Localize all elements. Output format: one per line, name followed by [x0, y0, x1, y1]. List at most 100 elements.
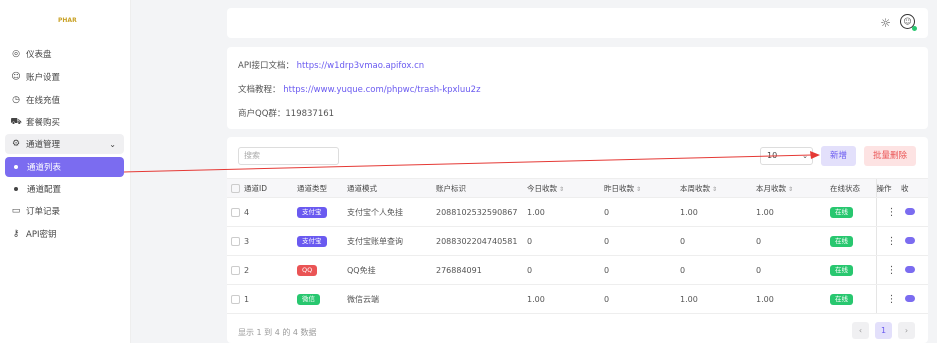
bulk-delete-button[interactable]: 批量删除 — [864, 146, 916, 166]
cell-month: 0 — [756, 255, 830, 285]
chevron-down-icon: ⌄ — [802, 152, 808, 160]
status-badge: 在线 — [830, 264, 853, 276]
cell-month: 0 — [756, 226, 830, 256]
sort-icon[interactable]: ⇕ — [559, 186, 564, 193]
select-cell — [227, 255, 244, 285]
next-page-button[interactable]: › — [898, 322, 915, 339]
col-header-yesterday[interactable]: 昨日收款 ⇕ — [604, 178, 680, 198]
cell-yesterday: 0 — [604, 255, 680, 285]
more-actions-icon[interactable]: ⋮ — [877, 207, 897, 218]
row-checkbox[interactable] — [231, 265, 240, 275]
status-badge: 在线 — [830, 206, 853, 218]
cell-mode: 微信云端 — [347, 284, 436, 314]
cell-collection — [901, 197, 928, 227]
api-info-card: API接口文档： https://w1drp3vmao.apifox.cn 文档… — [227, 47, 928, 129]
collection-toggle[interactable] — [905, 265, 915, 273]
bullet-icon — [14, 187, 18, 191]
channel-table-card: 搜索 10 ⌄ 新增 批量删除 通道ID 通道类型 通道模式 账户标识 今日收款… — [227, 137, 928, 343]
page-size-value: 10 — [767, 151, 778, 160]
cell-status: 在线 — [830, 197, 876, 227]
cell-today: 0 — [527, 226, 604, 256]
sidebar-item-channel-config[interactable]: 通道配置 — [5, 179, 124, 199]
select-all-cell[interactable] — [227, 178, 244, 198]
cell-today: 1.00 — [527, 197, 604, 227]
cell-yesterday: 0 — [604, 197, 680, 227]
recharge-icon: ◷ — [12, 95, 20, 105]
search-input[interactable]: 搜索 — [238, 147, 339, 165]
add-button[interactable]: 新增 — [821, 146, 856, 166]
sidebar-item-dashboard[interactable]: ◎ 仪表盘 — [5, 44, 124, 64]
collection-toggle[interactable] — [905, 207, 915, 215]
table-row[interactable]: 3 支付宝 支付宝账单查询 2088302204740581 0 0 0 0 在线 ⋮ — [227, 226, 928, 256]
select-cell — [227, 284, 244, 314]
cell-collection — [901, 255, 928, 285]
more-actions-icon[interactable]: ⋮ — [877, 265, 897, 276]
collection-toggle[interactable] — [905, 236, 915, 244]
status-badge: 在线 — [830, 293, 853, 305]
table-row[interactable]: 2 QQ QQ免挂 276884091 0 0 0 0 在线 ⋮ — [227, 255, 928, 285]
tutorial-row: 文档教程： https://www.yuque.com/phpwc/trash-… — [238, 83, 917, 103]
cell-week: 1.00 — [680, 197, 756, 227]
page-size-select[interactable]: 10 ⌄ — [760, 147, 813, 165]
page-button-current[interactable]: 1 — [875, 322, 892, 339]
select-all-checkbox[interactable] — [231, 183, 240, 193]
sidebar-item-account-settings[interactable]: ☺ 账户设置 — [5, 67, 124, 87]
type-badge: 支付宝 — [297, 235, 327, 247]
row-checkbox[interactable] — [231, 207, 240, 217]
prev-page-button[interactable]: ‹ — [852, 322, 869, 339]
cell-today: 0 — [527, 255, 604, 285]
sidebar-item-recharge[interactable]: ◷ 在线充值 — [5, 90, 124, 110]
col-header-account: 账户标识 — [436, 178, 527, 198]
row-checkbox[interactable] — [231, 236, 240, 246]
col-header-mode: 通道模式 — [347, 178, 436, 198]
table-row[interactable]: 1 微信 微信云端 1.00 0 1.00 1.00 在线 ⋮ — [227, 284, 928, 314]
cell-type: QQ — [297, 255, 347, 285]
sidebar-item-label: 订单记录 — [26, 207, 61, 217]
cell-type: 支付宝 — [297, 197, 347, 227]
cell-type: 支付宝 — [297, 226, 347, 256]
col-header-week[interactable]: 本周收款 ⇕ — [680, 178, 756, 198]
cell-collection — [901, 226, 928, 256]
channel-table: 通道ID 通道类型 通道模式 账户标识 今日收款 ⇕ 昨日收款 ⇕ 本周收款 ⇕ 本月… — [227, 178, 928, 314]
cell-yesterday: 0 — [604, 226, 680, 256]
brand-logo: PHAR — [58, 17, 77, 24]
col-header-month[interactable]: 本月收款 ⇕ — [756, 178, 830, 198]
table-body: 4 支付宝 支付宝个人免挂 2088102532590867 1.00 0 1.00 1.00… — [227, 197, 928, 314]
sidebar-item-package[interactable]: ⛟ 套餐购买 — [5, 112, 124, 132]
user-settings-icon: ☺ — [11, 72, 21, 82]
type-badge: 微信 — [297, 293, 320, 305]
cell-status: 在线 — [830, 226, 876, 256]
tutorial-link[interactable]: https://www.yuque.com/phpwc/trash-kpxluu… — [283, 85, 480, 95]
cell-account: 2088102532590867 — [436, 197, 527, 227]
cell-week: 1.00 — [680, 284, 756, 314]
cell-account: 2088302204740581 — [436, 226, 527, 256]
status-badge: 在线 — [830, 235, 853, 247]
table-row[interactable]: 4 支付宝 支付宝个人免挂 2088102532590867 1.00 0 1.00 1.00… — [227, 197, 928, 227]
qq-group-text: 商户QQ群：119837161 — [238, 109, 335, 119]
sort-icon[interactable]: ⇕ — [712, 186, 717, 193]
cell-actions: ⋮ — [875, 226, 901, 256]
sidebar-item-orders[interactable]: ▭ 订单记录 — [5, 201, 124, 221]
col-header-today[interactable]: 今日收款 ⇕ — [527, 178, 604, 198]
sidebar-item-label: 通道配置 — [27, 185, 62, 195]
cell-id: 4 — [244, 197, 297, 227]
theme-toggle-sun-icon[interactable]: ☼ — [880, 16, 891, 30]
cell-month: 1.00 — [756, 284, 830, 314]
sidebar-item-channel-management[interactable]: ⚙ 通道管理 ⌄ — [5, 134, 124, 154]
api-doc-label: API接口文档： — [238, 61, 294, 71]
more-actions-icon[interactable]: ⋮ — [877, 236, 897, 247]
api-doc-link[interactable]: https://w1drp3vmao.apifox.cn — [297, 61, 424, 71]
col-header-type: 通道类型 — [297, 178, 347, 198]
sort-icon[interactable]: ⇕ — [636, 186, 641, 193]
more-actions-icon[interactable]: ⋮ — [877, 294, 897, 305]
sidebar-item-label: 通道列表 — [27, 163, 62, 173]
cell-id: 2 — [244, 255, 297, 285]
collection-toggle[interactable] — [905, 294, 915, 302]
sidebar-item-api-key[interactable]: ⚷ API密钥 — [5, 224, 124, 244]
type-badge: 支付宝 — [297, 206, 327, 218]
sort-icon[interactable]: ⇕ — [788, 186, 793, 193]
cell-status: 在线 — [830, 284, 876, 314]
row-checkbox[interactable] — [231, 294, 240, 304]
cell-actions: ⋮ — [875, 197, 901, 227]
sidebar-item-channel-list[interactable]: 通道列表 — [5, 157, 124, 177]
